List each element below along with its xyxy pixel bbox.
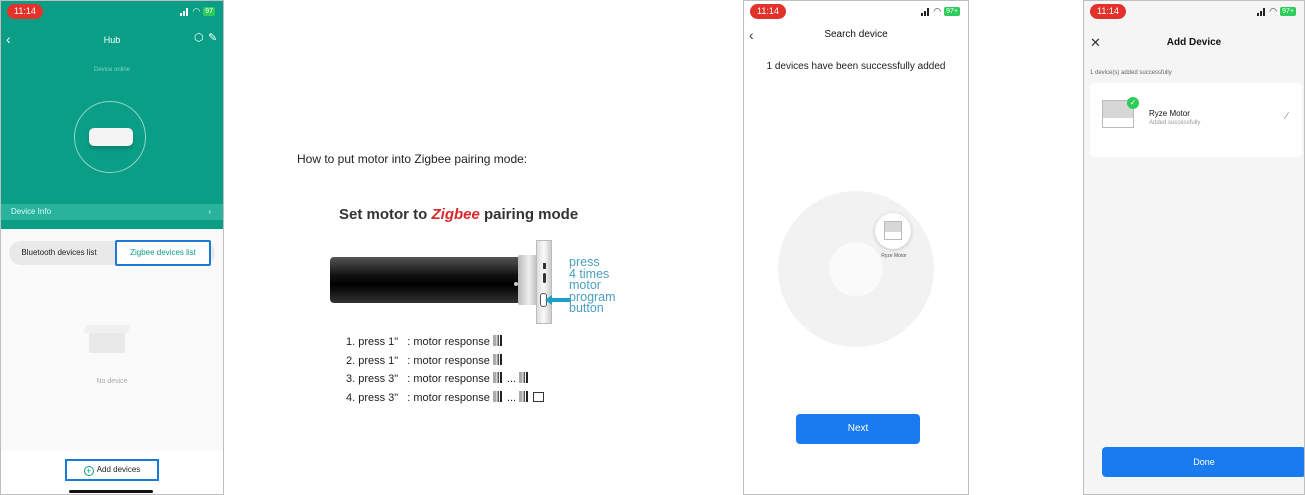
motor-response-icon bbox=[492, 372, 504, 383]
shield-icon[interactable]: ⬡ bbox=[194, 31, 204, 44]
plus-icon: + bbox=[83, 466, 94, 476]
added-message: 1 device(s) added successfully bbox=[1090, 70, 1172, 76]
device-info-row[interactable]: Device Info › bbox=[1, 204, 223, 220]
page-title: Search device bbox=[824, 29, 888, 40]
status-bar: 11:14 ◠ 97+ bbox=[744, 1, 968, 21]
instruction-heading: How to put motor into Zigbee pairing mod… bbox=[297, 152, 528, 166]
device-tabs: Bluetooth devices list Zigbee devices li… bbox=[9, 240, 215, 266]
status-icons: ◠ 97 bbox=[180, 6, 215, 17]
page-title: Add Device bbox=[1166, 37, 1222, 48]
device-card[interactable]: ✓ Ryze Motor Added successfully ∕ bbox=[1090, 83, 1302, 157]
found-device-icon[interactable] bbox=[875, 213, 911, 249]
press-callout: press 4 times motor program button bbox=[569, 255, 616, 315]
signal-icon bbox=[1257, 7, 1266, 16]
device-status: Device online bbox=[93, 67, 131, 73]
scan-center bbox=[829, 242, 883, 296]
edit-icon[interactable]: ✎ bbox=[208, 31, 217, 44]
chevron-right-icon: › bbox=[208, 207, 211, 216]
search-screen: 11:14 ◠ 97+ ‹ Search device 1 devices ha… bbox=[743, 0, 969, 495]
edit-icon[interactable]: ∕ bbox=[1286, 111, 1288, 122]
add-device-screen: 11:14 ◠ 97+ ✕ Add Device 1 device(s) add… bbox=[1083, 0, 1305, 495]
motor-head bbox=[536, 240, 552, 324]
add-devices-label: Add devices bbox=[96, 465, 141, 474]
wifi-icon: ◠ bbox=[1269, 6, 1278, 16]
status-bar: 11:14 ◠ 97+ bbox=[1084, 1, 1304, 21]
motor-response-icon bbox=[519, 372, 531, 383]
arrow-icon bbox=[549, 298, 571, 302]
step-3: 3. press 3" : motor response ... bbox=[346, 370, 544, 389]
add-devices-button[interactable]: + Add devices bbox=[65, 459, 159, 481]
empty-box-icon bbox=[81, 317, 133, 357]
status-icons: ◠ 97+ bbox=[921, 6, 960, 17]
step-2: 2. press 1" : motor response bbox=[346, 352, 544, 371]
battery-icon: 97+ bbox=[944, 7, 960, 16]
tab-zigbee[interactable]: Zigbee devices list bbox=[115, 240, 211, 266]
wifi-icon: ◠ bbox=[933, 6, 942, 16]
battery-icon: 97 bbox=[203, 7, 215, 16]
status-icons: ◠ 97+ bbox=[1257, 6, 1296, 17]
signal-icon bbox=[921, 7, 930, 16]
pairing-steps: 1. press 1" : motor response 2. press 1"… bbox=[346, 333, 545, 408]
page-title: Hub bbox=[103, 35, 121, 45]
next-button[interactable]: Next bbox=[796, 414, 920, 444]
motor-response-icon bbox=[492, 390, 504, 402]
status-time: 11:14 bbox=[1090, 4, 1126, 19]
arrow-head-icon bbox=[545, 295, 552, 305]
blind-move-icon bbox=[533, 391, 545, 402]
step-1: 1. press 1" : motor response bbox=[346, 333, 544, 352]
motor-response-icon bbox=[492, 335, 504, 346]
motor-response-icon bbox=[519, 390, 531, 402]
search-message: 1 devices have been successfully added bbox=[766, 61, 946, 72]
step-4: 4. press 3" : motor response ... bbox=[346, 389, 545, 408]
status-time: 11:14 bbox=[750, 4, 786, 19]
device-info-label: Device Info bbox=[11, 207, 52, 216]
home-indicator bbox=[69, 490, 153, 493]
signal-icon bbox=[180, 7, 189, 16]
tab-bluetooth[interactable]: Bluetooth devices list bbox=[9, 241, 109, 265]
pairing-title: Set motor to Zigbee pairing mode bbox=[339, 206, 579, 223]
found-device-label: Ryze Motor bbox=[881, 253, 907, 259]
battery-icon: 97+ bbox=[1280, 7, 1296, 16]
empty-message: No device bbox=[96, 378, 128, 385]
motor-response-icon bbox=[492, 353, 504, 365]
motor-tube bbox=[330, 257, 524, 303]
device-name: Ryze Motor bbox=[1149, 109, 1190, 118]
status-time: 11:14 bbox=[7, 4, 43, 19]
status-bar: 11:14 ◠ 97 bbox=[1, 1, 223, 21]
hub-image bbox=[74, 101, 146, 173]
device-status: Added successfully bbox=[1149, 120, 1201, 126]
wifi-icon: ◠ bbox=[192, 6, 201, 16]
done-button[interactable]: Done bbox=[1102, 447, 1304, 477]
check-icon: ✓ bbox=[1127, 97, 1139, 109]
hub-screen: 11:14 ◠ 97 ‹ Hub ⬡ ✎ Device online Devic… bbox=[0, 0, 224, 495]
